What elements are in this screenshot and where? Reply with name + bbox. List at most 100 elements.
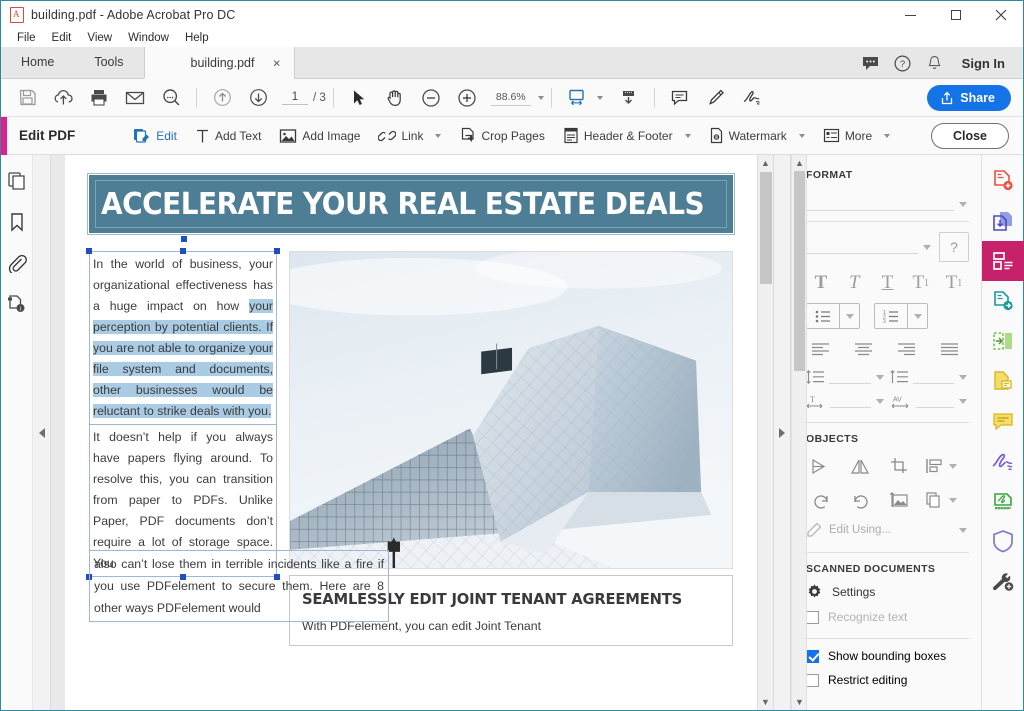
maximize-button[interactable]	[933, 1, 978, 29]
bold-T-icon[interactable]: T	[806, 270, 836, 296]
panel-scroll-thumb[interactable]	[794, 171, 805, 371]
flip-vertical-icon[interactable]	[845, 453, 875, 479]
comment-bubble-icon[interactable]	[982, 401, 1024, 441]
selection-handle-bottom[interactable]	[181, 236, 187, 242]
document-scrollbar[interactable]: ▲ ▼	[757, 155, 773, 710]
sign-icon[interactable]	[734, 79, 770, 117]
add-text-button[interactable]: Add Text	[186, 117, 270, 155]
paragraph-textbox-3[interactable]: also can’t lose them in terrible inciden…	[89, 550, 389, 622]
align-left-icon[interactable]	[806, 338, 834, 360]
document-info-icon[interactable]: i	[5, 292, 29, 316]
tab-home[interactable]: Home	[1, 46, 74, 78]
save-icon[interactable]	[9, 79, 45, 117]
menu-edit[interactable]: Edit	[44, 31, 80, 45]
handle-tr[interactable]	[274, 248, 280, 254]
scroll-down-arrow[interactable]: ▼	[758, 694, 774, 710]
panel-scrollbar[interactable]: ▲ ▼	[792, 155, 807, 710]
settings-row[interactable]: Settings	[806, 583, 969, 600]
menu-window[interactable]: Window	[120, 31, 177, 45]
underline-T-icon[interactable]: T	[873, 270, 903, 296]
edit-pdf-icon[interactable]	[981, 241, 1024, 281]
align-center-icon[interactable]	[849, 338, 877, 360]
document-banner[interactable]: ACCELERATE YOUR REAL ESTATE DEALS	[89, 175, 733, 233]
font-size-dropdown[interactable]	[806, 240, 918, 254]
paragraph-textbox-1[interactable]: In the world of business, your organizat…	[86, 248, 280, 425]
fit-width-chevron-icon[interactable]	[596, 95, 603, 100]
hand-icon[interactable]	[377, 79, 413, 117]
close-button[interactable]	[978, 1, 1023, 29]
restrict-editing-row[interactable]: Restrict editing	[806, 673, 969, 687]
send-for-signature-icon[interactable]	[982, 481, 1024, 521]
crop-icon[interactable]	[884, 453, 914, 479]
recognize-text-row[interactable]: Recognize text	[806, 610, 969, 624]
subscript-T-icon[interactable]: T1	[939, 270, 969, 296]
panel-scroll-up-arrow[interactable]: ▲	[792, 155, 807, 171]
superscript-T-icon[interactable]: T1	[906, 270, 936, 296]
watermark-chevron-icon[interactable]	[798, 133, 805, 138]
document-viewport[interactable]: ACCELERATE YOUR REAL ESTATE DEALS In the…	[51, 155, 757, 710]
numbered-list-icon[interactable]: 123	[874, 303, 928, 329]
zoom-level-value[interactable]: 88.6%	[490, 90, 531, 106]
search-icon[interactable]	[153, 79, 189, 117]
line-spacing-control[interactable]	[806, 370, 886, 384]
building-photo[interactable]	[289, 251, 733, 569]
right-panel-collapse-handle[interactable]	[773, 155, 791, 710]
comment-icon[interactable]	[662, 79, 698, 117]
align-right-icon[interactable]	[892, 338, 920, 360]
combine-files-icon[interactable]	[982, 201, 1024, 241]
menu-view[interactable]: View	[79, 31, 120, 45]
character-spacing-control[interactable]: AV	[890, 394, 970, 408]
sign-in-button[interactable]: Sign In	[952, 56, 1013, 71]
edit-using-control[interactable]: Edit Using...	[806, 522, 969, 538]
italic-T-icon[interactable]: T	[839, 270, 869, 296]
bookmarks-icon[interactable]	[5, 210, 29, 234]
tab-close-icon[interactable]: ×	[273, 56, 281, 69]
help-circle-icon[interactable]: ?	[939, 232, 969, 262]
show-bounding-boxes-row[interactable]: Show bounding boxes	[806, 649, 969, 663]
chevron-down-icon[interactable]	[913, 313, 922, 319]
tab-document[interactable]: building.pdf ×	[143, 47, 296, 79]
link-chevron-icon[interactable]	[435, 133, 442, 138]
tab-tools[interactable]: Tools	[74, 46, 143, 78]
bulleted-list-icon[interactable]	[806, 303, 860, 329]
organize-pages-icon[interactable]	[982, 321, 1024, 361]
replace-image-icon[interactable]	[884, 487, 914, 513]
fit-width-icon[interactable]	[559, 79, 595, 117]
print-icon[interactable]	[81, 79, 117, 117]
restrict-editing-checkbox[interactable]	[806, 673, 819, 687]
fill-and-sign-icon[interactable]	[982, 441, 1024, 481]
email-icon[interactable]	[117, 79, 153, 117]
close-edit-button[interactable]: Close	[930, 122, 1009, 149]
rotate-ccw-icon[interactable]	[806, 487, 836, 513]
chat-bubble-icon[interactable]	[856, 47, 886, 79]
handle-tl[interactable]	[86, 248, 92, 254]
chevron-down-icon[interactable]	[845, 313, 854, 319]
font-family-dropdown[interactable]	[806, 197, 969, 211]
notification-bell-icon[interactable]	[920, 47, 950, 79]
rotate-cw-icon[interactable]	[845, 487, 875, 513]
cursor-arrow-icon[interactable]	[341, 79, 377, 117]
add-image-button[interactable]: Add Image	[270, 117, 369, 155]
chevron-down-icon[interactable]	[959, 527, 967, 533]
scroll-thumb[interactable]	[760, 172, 772, 284]
more-button[interactable]: More	[814, 117, 899, 155]
protect-icon[interactable]	[982, 521, 1024, 561]
chevron-down-icon[interactable]	[537, 95, 544, 100]
menu-help[interactable]: Help	[177, 31, 217, 45]
export-pdf-icon[interactable]	[982, 281, 1024, 321]
pdf-page[interactable]: ACCELERATE YOUR REAL ESTATE DEALS In the…	[65, 155, 757, 710]
arrow-up-circle-icon[interactable]	[204, 79, 240, 117]
menu-file[interactable]: File	[9, 31, 44, 45]
scroll-up-arrow[interactable]: ▲	[758, 155, 774, 171]
horizontal-scale-control[interactable]: T	[806, 394, 886, 408]
flip-horizontal-icon[interactable]	[806, 453, 836, 479]
page-scroll-icon[interactable]	[611, 79, 647, 117]
page-thumbnails-icon[interactable]	[5, 169, 29, 193]
show-bounding-boxes-checkbox[interactable]	[806, 649, 819, 663]
handle-tc[interactable]	[180, 248, 186, 254]
more-chevron-icon[interactable]	[884, 133, 891, 138]
paragraph-spacing-control[interactable]	[889, 370, 970, 384]
more-tools-icon[interactable]	[982, 561, 1024, 601]
zoom-in-icon[interactable]	[449, 79, 485, 117]
create-pdf-icon[interactable]	[982, 161, 1024, 201]
